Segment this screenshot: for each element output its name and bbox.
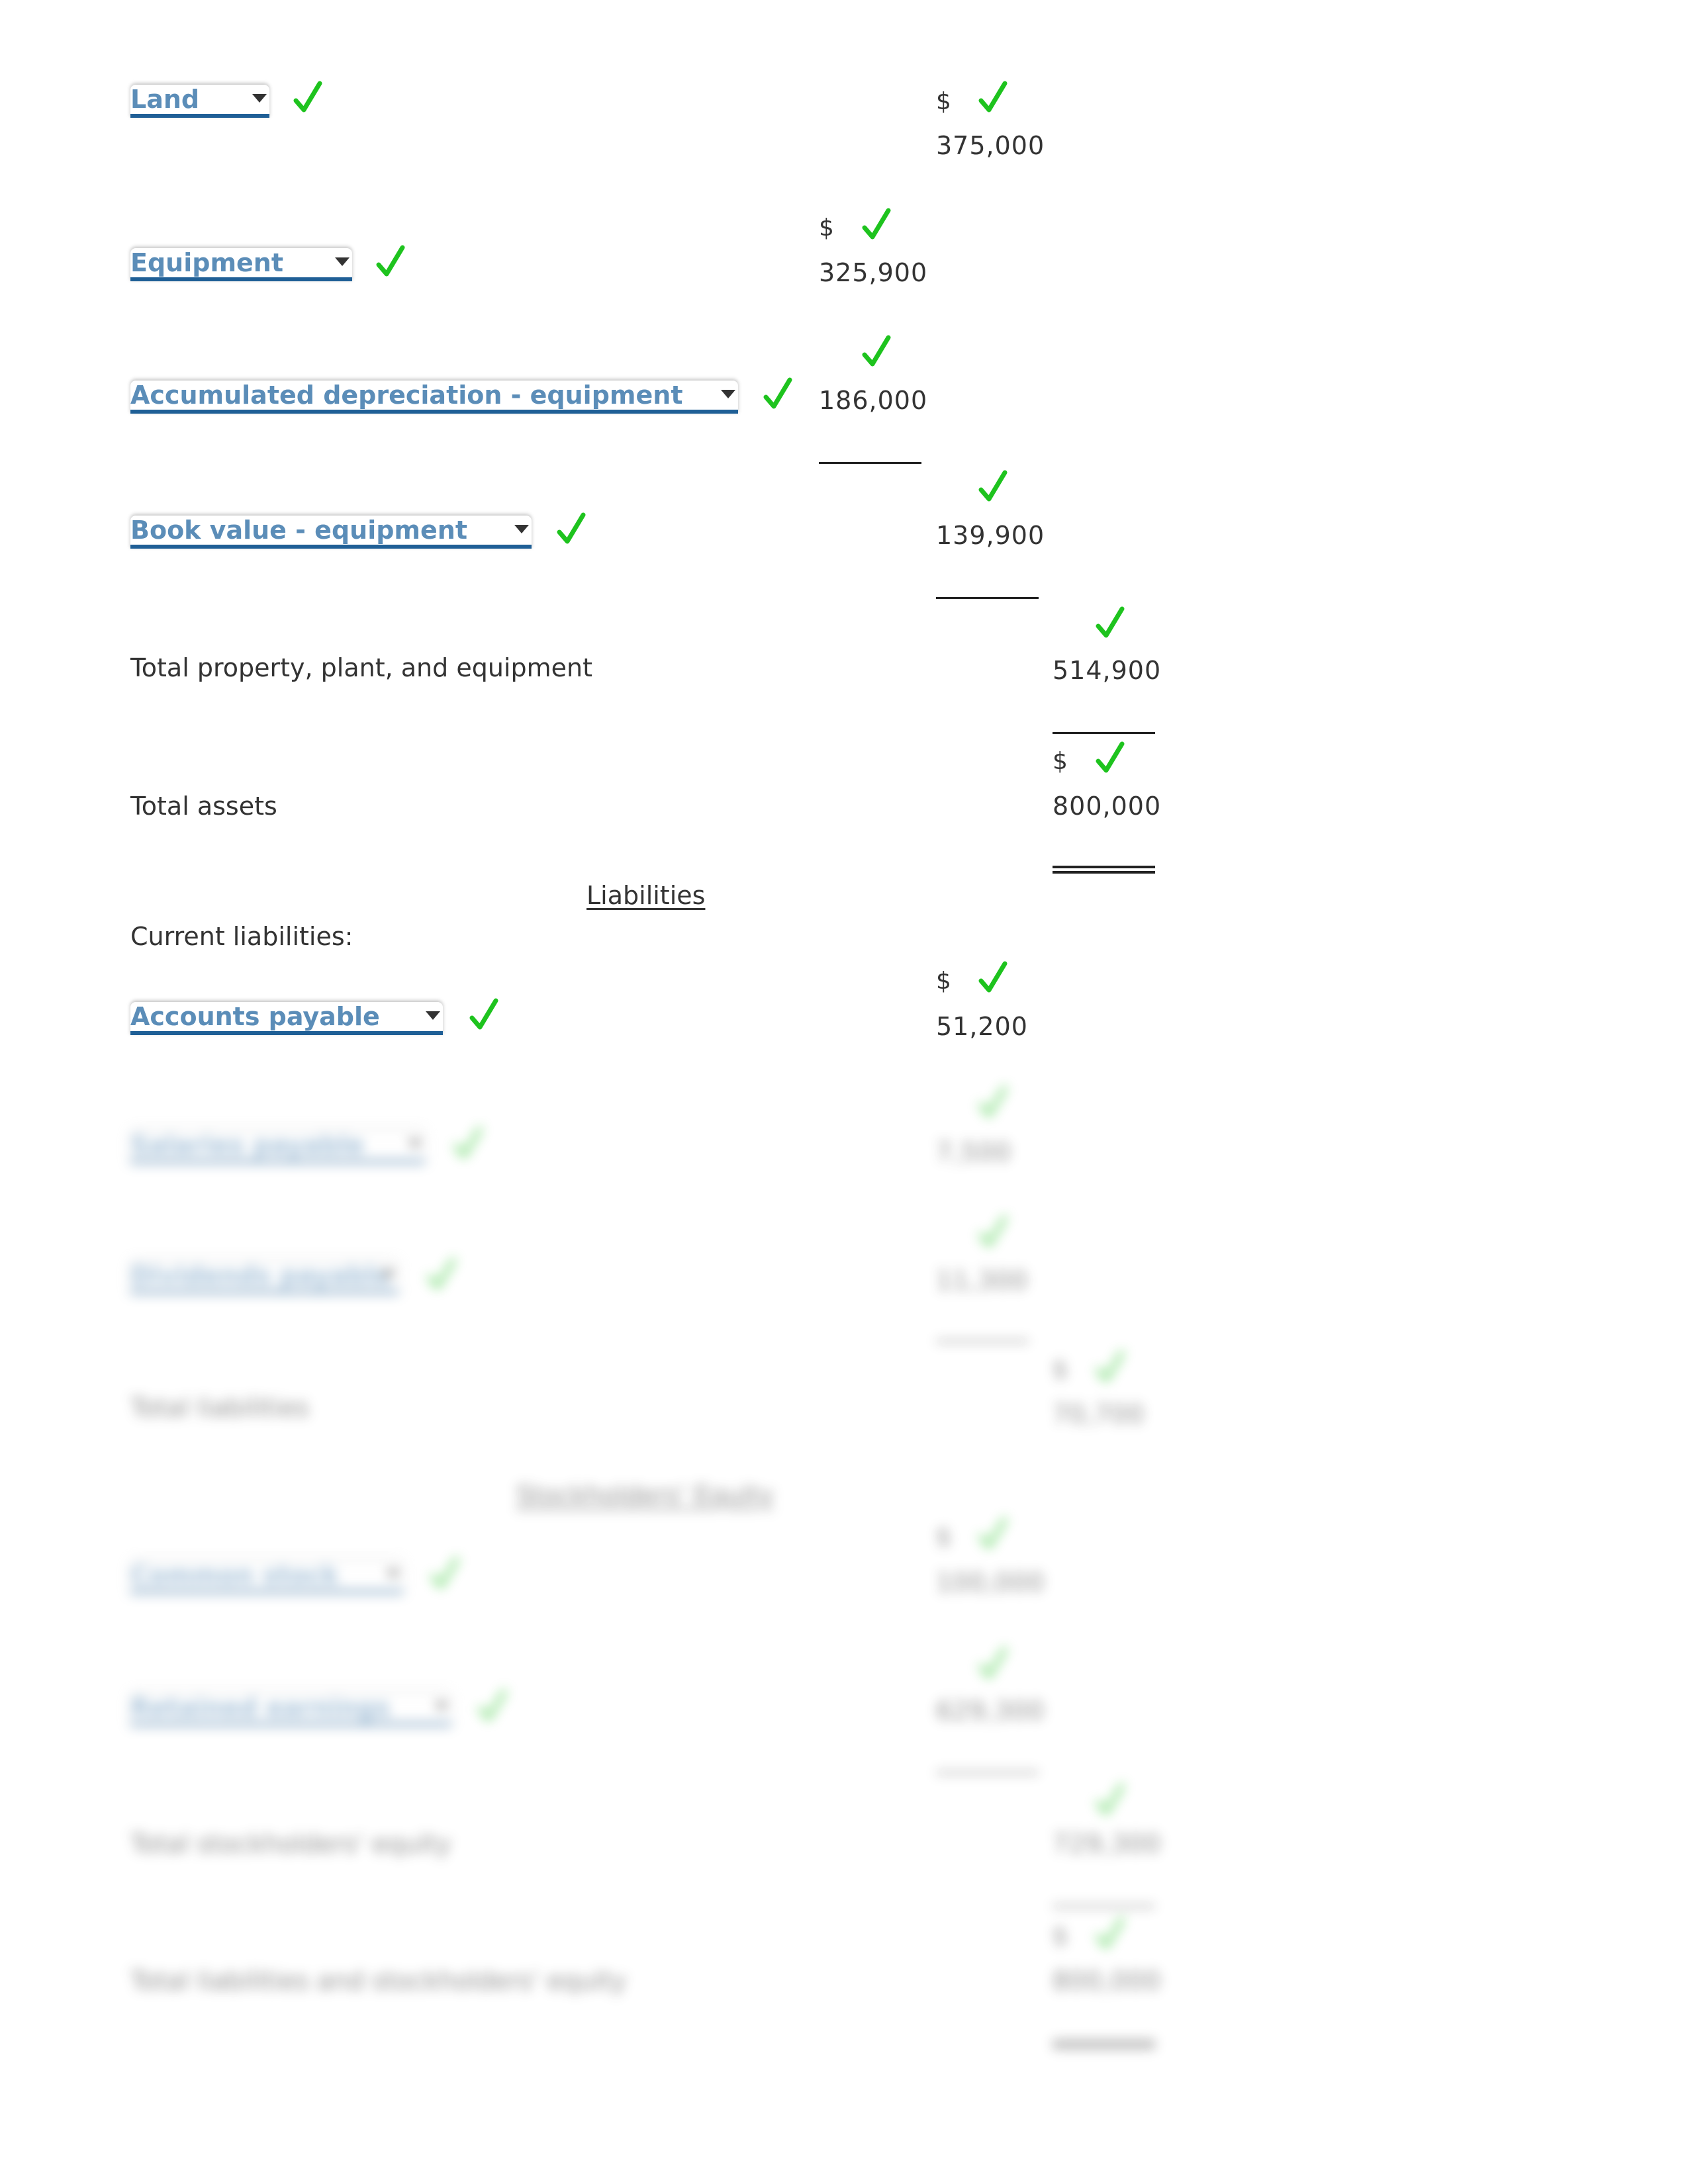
- checkmark-icon: [862, 335, 891, 369]
- checkmark-icon: [453, 1126, 483, 1161]
- amount-book-value: 139,900: [936, 521, 1045, 550]
- total-liabilities-label: Total liabilities: [130, 1393, 309, 1422]
- select-value: Accounts payable: [130, 1002, 380, 1031]
- total-double-underline: [1053, 2040, 1155, 2048]
- checkmark-icon: [376, 245, 405, 279]
- amount-total-ppe: 514,900: [1053, 656, 1162, 685]
- dollar-sign: $: [936, 1524, 951, 1551]
- account-select-accounts-payable[interactable]: Accounts payable: [130, 1002, 443, 1035]
- account-select-accumulated-depreciation[interactable]: Accumulated depreciation - equipment: [130, 381, 738, 414]
- amount-obscured-4: 629,300: [936, 1696, 1045, 1725]
- caret-down-icon: [721, 390, 735, 398]
- caret-down-icon: [434, 1702, 449, 1711]
- select-value: Equipment: [130, 248, 284, 277]
- select-value: Book value - equipment: [130, 516, 468, 545]
- amount-obscured-2: 11,300: [936, 1266, 1028, 1295]
- account-select-equipment[interactable]: Equipment: [130, 248, 352, 281]
- checkmark-icon: [978, 961, 1008, 995]
- stockholders-equity-heading: Stockholders' Equity: [516, 1480, 774, 1510]
- dollar-sign: $: [936, 968, 951, 995]
- subtotal-underline: [936, 597, 1039, 599]
- amount-obscured-1: 7,500: [936, 1138, 1011, 1167]
- select-value: Salaries payable: [130, 1130, 365, 1160]
- subtotal-underline: [819, 462, 921, 464]
- account-select-obscured-2[interactable]: Dividends payable: [130, 1261, 399, 1294]
- current-liabilities-label: Current liabilities:: [130, 922, 353, 951]
- account-select-obscured-4[interactable]: Retained earnings: [130, 1693, 451, 1726]
- checkmark-icon: [1096, 606, 1125, 641]
- select-value: Common stock: [130, 1561, 339, 1590]
- dollar-sign: $: [1053, 1923, 1068, 1950]
- total-double-underline: [1053, 866, 1155, 874]
- dollar-sign: $: [819, 214, 834, 242]
- checkmark-icon: [978, 1215, 1008, 1250]
- account-select-obscured-1[interactable]: Salaries payable: [130, 1130, 425, 1163]
- checkmark-icon: [293, 81, 322, 115]
- amount-total-assets: 800,000: [1053, 792, 1162, 821]
- checkmark-icon: [862, 208, 891, 242]
- select-value: Land: [130, 85, 200, 114]
- checkmark-icon: [1096, 741, 1125, 776]
- checkmark-icon: [430, 1557, 459, 1591]
- checkmark-icon: [427, 1257, 456, 1292]
- amount-equipment: 325,900: [819, 258, 928, 287]
- amount-land: 375,000: [936, 131, 1045, 160]
- amount-total-stockholders-equity: 729,300: [1053, 1829, 1162, 1858]
- checkmark-icon: [478, 1689, 507, 1723]
- checkmark-icon: [978, 81, 1008, 115]
- checkmark-icon: [557, 512, 586, 547]
- checkmark-icon: [978, 1085, 1008, 1120]
- amount-accounts-payable: 51,200: [936, 1012, 1028, 1041]
- caret-down-icon: [408, 1140, 422, 1148]
- select-value: Accumulated depreciation - equipment: [130, 381, 683, 410]
- caret-down-icon: [426, 1011, 440, 1020]
- account-select-land[interactable]: Land: [130, 85, 269, 118]
- checkmark-icon: [1096, 1917, 1125, 1951]
- checkmark-icon: [469, 998, 498, 1032]
- subtotal-underline: [1053, 732, 1155, 734]
- amount-total-liabilities-equity: 800,000: [1053, 1966, 1162, 1995]
- amount-total-liabilities: 70,700: [1053, 1400, 1145, 1429]
- caret-down-icon: [514, 525, 529, 533]
- subtotal-underline: [936, 1340, 1029, 1342]
- total-stockholders-equity-label: Total stockholders' equity: [130, 1829, 451, 1858]
- checkmark-icon: [978, 1517, 1008, 1551]
- checkmark-icon: [978, 470, 1008, 504]
- dollar-sign: $: [936, 88, 951, 115]
- checkmark-icon: [763, 377, 792, 412]
- account-select-obscured-3[interactable]: Common stock: [130, 1561, 403, 1594]
- select-value: Retained earnings: [130, 1693, 391, 1722]
- account-select-book-value[interactable]: Book value - equipment: [130, 516, 532, 549]
- amount-obscured-3: 100,000: [936, 1568, 1045, 1597]
- total-assets-label: Total assets: [130, 792, 277, 821]
- select-value: Dividends payable: [130, 1261, 391, 1290]
- amount-accumulated-depreciation: 186,000: [819, 386, 928, 415]
- caret-down-icon: [381, 1270, 396, 1279]
- subtotal-underline: [936, 1772, 1039, 1774]
- liabilities-heading: Liabilities: [586, 881, 706, 910]
- caret-down-icon: [386, 1570, 400, 1578]
- total-liabilities-equity-label: Total liabilities and stockholders' equi…: [130, 1966, 627, 1995]
- subtotal-underline: [1053, 1905, 1155, 1907]
- checkmark-icon: [1096, 1350, 1125, 1385]
- caret-down-icon: [252, 94, 267, 103]
- checkmark-icon: [978, 1647, 1008, 1681]
- total-ppe-label: Total property, plant, and equipment: [130, 653, 592, 682]
- caret-down-icon: [335, 257, 350, 266]
- dollar-sign: $: [1053, 748, 1068, 775]
- dollar-sign: $: [1053, 1356, 1068, 1383]
- checkmark-icon: [1096, 1783, 1125, 1817]
